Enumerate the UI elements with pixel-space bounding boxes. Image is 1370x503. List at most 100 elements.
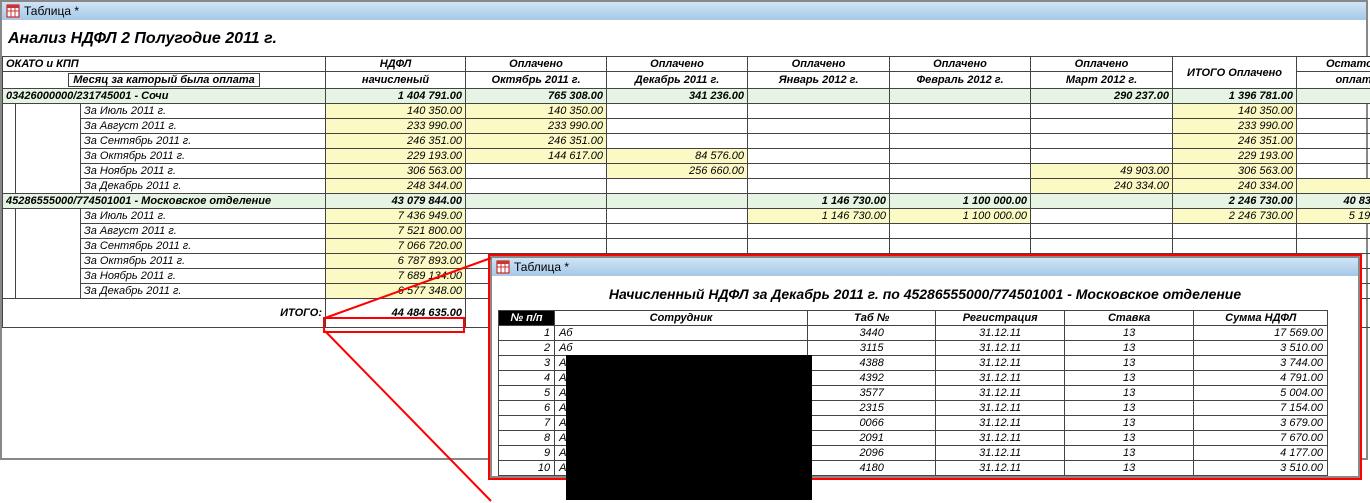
data-row[interactable]: За Ноябрь 2011 г.306 563.00256 660.0049 … [3,164,1370,179]
data-row[interactable]: За Август 2011 г.233 990.00233 990.00233… [3,119,1370,134]
detail-num: 8 [499,431,555,446]
detail-num: 9 [499,446,555,461]
header-remain-2[interactable]: оплате [1297,72,1370,89]
table-icon [496,260,510,274]
window-title: Таблица * [24,4,79,18]
data-row[interactable]: За Июль 2011 г.7 436 949.001 146 730.001… [3,209,1370,224]
detail-reg: 31.12.11 [936,416,1064,431]
detail-sum: 4 177.00 [1194,446,1328,461]
detail-header-num[interactable]: № п/п [499,311,555,326]
header-okato[interactable]: ОКАТО и КПП [3,57,326,72]
detail-reg: 31.12.11 [936,461,1064,476]
detail-reg: 31.12.11 [936,401,1064,416]
header-paid-oct-1[interactable]: Оплачено [466,57,607,72]
detail-row[interactable]: 1Аб344031.12.111317 569.00 [499,326,1328,341]
detail-reg: 31.12.11 [936,371,1064,386]
detail-tab: 3115 [807,341,935,356]
detail-reg: 31.12.11 [936,431,1064,446]
detail-sum: 7 154.00 [1194,401,1328,416]
header-ndfl-1[interactable]: НДФЛ [326,57,466,72]
detail-rate: 13 [1064,416,1193,431]
header-paid-mar-2[interactable]: Март 2012 г. [1031,72,1173,89]
table-icon [6,4,20,18]
total-label: ИТОГО: [3,299,326,328]
detail-sum: 4 791.00 [1194,371,1328,386]
detail-rate: 13 [1064,431,1193,446]
detail-rate: 13 [1064,371,1193,386]
detail-header-emp[interactable]: Сотрудник [555,311,808,326]
detail-row[interactable]: 2Аб311531.12.11133 510.00 [499,341,1328,356]
header-month[interactable]: Месяц за каторый была оплата [68,73,260,87]
cell [890,89,1031,104]
detail-header-reg[interactable]: Регистрация [936,311,1064,326]
detail-header-sum[interactable]: Сумма НДФЛ [1194,311,1328,326]
detail-tab: 0066 [807,416,935,431]
detail-reg: 31.12.11 [936,356,1064,371]
overlay-titlebar[interactable]: Таблица * [492,258,1358,276]
detail-num: 10 [499,461,555,476]
month-cell: За Июль 2011 г. [81,104,326,119]
titlebar[interactable]: Таблица * [2,2,1366,20]
detail-sum: 5 004.00 [1194,386,1328,401]
header-total-paid[interactable]: ИТОГО Оплачено [1173,57,1297,89]
header-paid-jan-1[interactable]: Оплачено [748,57,890,72]
detail-tab: 4392 [807,371,935,386]
data-row[interactable]: За Сентябрь 2011 г.7 066 720.00 [3,239,1370,254]
detail-tab: 3577 [807,386,935,401]
detail-rate: 13 [1064,386,1193,401]
detail-num: 7 [499,416,555,431]
detail-tab: 3440 [807,326,935,341]
cell [748,89,890,104]
cell: 290 237.00 [1031,89,1173,104]
data-row[interactable]: За Август 2011 г.7 521 800.00 [3,224,1370,239]
detail-reg: 31.12.11 [936,386,1064,401]
total-value: 44 484 635.00 [326,299,466,328]
detail-tab: 4180 [807,461,935,476]
header-remain-1[interactable]: Остаток к [1297,57,1370,72]
header-ndfl-2[interactable]: начисленый [326,72,466,89]
data-row[interactable]: За Сентябрь 2011 г.246 351.00246 351.002… [3,134,1370,149]
detail-rate: 13 [1064,401,1193,416]
detail-emp: Аб [555,341,808,356]
header-paid-dec-1[interactable]: Оплачено [607,57,748,72]
overlay-report-title: Начисленный НДФЛ за Декабрь 2011 г. по 4… [492,276,1358,310]
detail-tab: 2096 [807,446,935,461]
detail-sum: 3 510.00 [1194,461,1328,476]
detail-sum: 3 679.00 [1194,416,1328,431]
header-paid-mar-1[interactable]: Оплачено [1031,57,1173,72]
detail-tab: 2091 [807,431,935,446]
cell: 8 010.00 [1297,89,1370,104]
group-row[interactable]: 03426000000/231745001 - Сочи 1 404 791.0… [3,89,1370,104]
detail-num: 3 [499,356,555,371]
detail-rate: 13 [1064,356,1193,371]
overlay-title: Таблица * [514,260,569,274]
detail-reg: 31.12.11 [936,341,1064,356]
header-paid-jan-2[interactable]: Январь 2012 г. [748,72,890,89]
detail-header-tab[interactable]: Таб № [807,311,935,326]
header-paid-oct-2[interactable]: Октябрь 2011 г. [466,72,607,89]
detail-num: 4 [499,371,555,386]
detail-emp: Аб [555,326,808,341]
detail-rate: 13 [1064,446,1193,461]
header-paid-feb-2[interactable]: Февраль 2012 г. [890,72,1031,89]
data-row[interactable]: За Октябрь 2011 г.229 193.00144 617.0084… [3,149,1370,164]
data-row[interactable]: За Декабрь 2011 г.248 344.00240 334.0024… [3,179,1370,194]
detail-sum: 17 569.00 [1194,326,1328,341]
redaction-overlay [566,355,812,500]
group-label: 03426000000/231745001 - Сочи [3,89,326,104]
header-paid-feb-1[interactable]: Оплачено [890,57,1031,72]
group-row[interactable]: 45286555000/774501001 - Московское отдел… [3,194,1370,209]
detail-header-rate[interactable]: Ставка [1064,311,1193,326]
detail-num: 6 [499,401,555,416]
detail-sum: 7 670.00 [1194,431,1328,446]
detail-num: 2 [499,341,555,356]
group-label: 45286555000/774501001 - Московское отдел… [3,194,326,209]
header-paid-dec-2[interactable]: Декабрь 2011 г. [607,72,748,89]
detail-sum: 3 744.00 [1194,356,1328,371]
detail-reg: 31.12.11 [936,326,1064,341]
data-row[interactable]: За Июль 2011 г.140 350.00140 350.00140 3… [3,104,1370,119]
detail-rate: 13 [1064,461,1193,476]
cell: 1 396 781.00 [1173,89,1297,104]
report-title: Анализ НДФЛ 2 Полугодие 2011 г. [2,20,1366,56]
detail-tab: 4388 [807,356,935,371]
